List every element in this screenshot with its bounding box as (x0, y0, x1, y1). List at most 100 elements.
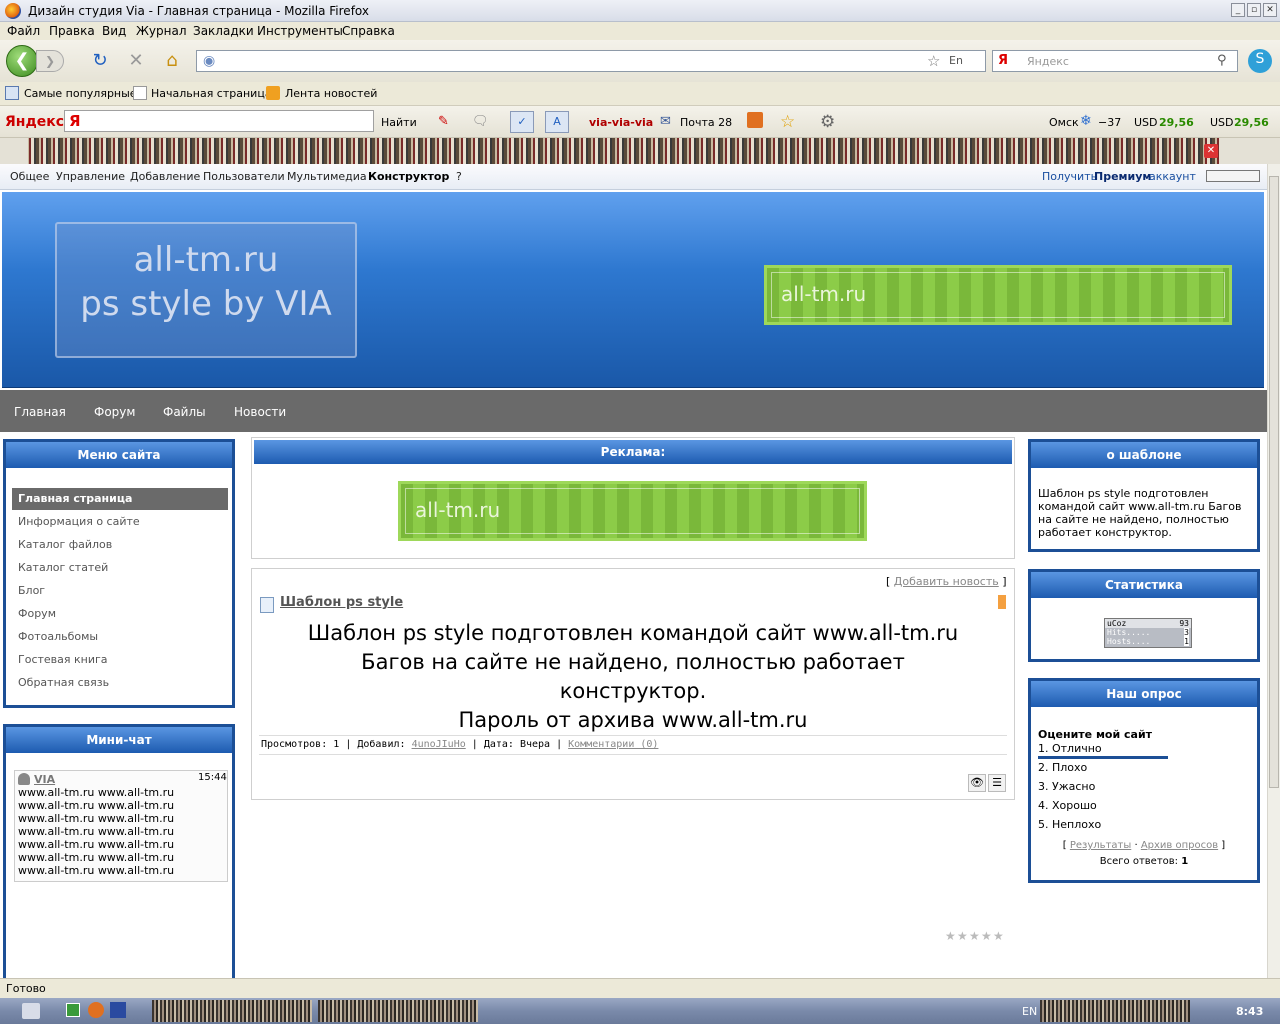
spellcheck-icon[interactable]: ✓ (510, 111, 534, 133)
header-banner[interactable]: all-tm.ru (764, 265, 1232, 325)
panel-add[interactable]: Добавление (130, 170, 200, 183)
yandex-user[interactable]: via-via-via (589, 116, 653, 129)
back-button[interactable]: ❮ (6, 45, 38, 77)
taskbar-window-button[interactable] (318, 1000, 478, 1022)
yandex-logo[interactable]: Яндекс (5, 114, 64, 130)
quicklaunch-firefox-icon[interactable] (88, 1002, 104, 1018)
reload-icon[interactable]: ↻ (89, 51, 111, 73)
poll-results-link[interactable]: Результаты (1070, 840, 1131, 851)
yandex-search-input[interactable]: Я (64, 110, 374, 132)
url-input[interactable]: ◉ ☆ En (196, 50, 986, 72)
close-button[interactable]: ✕ (1263, 3, 1277, 17)
panel-users[interactable]: Пользователи (203, 170, 285, 183)
tab-scroll-right[interactable] (1220, 138, 1280, 164)
bookmark-star-icon[interactable]: ☆ (927, 52, 940, 70)
panel-help[interactable]: ? (456, 170, 462, 183)
skype-icon[interactable]: S (1248, 49, 1272, 73)
quicklaunch-app-icon[interactable] (110, 1002, 126, 1018)
start-windows-icon[interactable] (22, 1003, 40, 1019)
weather-city[interactable]: Омск (1049, 116, 1079, 129)
menu-item-articles[interactable]: Каталог статей (12, 557, 228, 579)
site-identity-icon[interactable]: ◉ (203, 53, 215, 69)
menu-tools[interactable]: Инструменты (257, 24, 343, 38)
panel-multimedia[interactable]: Мультимедиа (287, 170, 367, 183)
menu-item-forum[interactable]: Форум (12, 603, 228, 625)
print-icon[interactable]: ☰ (988, 774, 1006, 792)
mail-icon[interactable]: ✉ (660, 114, 671, 129)
nav-files[interactable]: Файлы (163, 405, 206, 419)
nav-news[interactable]: Новости (234, 405, 286, 419)
tab-strip[interactable]: ✕ (0, 138, 1280, 164)
comment-icon[interactable]: 🗨 (472, 114, 489, 129)
menu-item-about[interactable]: Информация о сайте (12, 511, 228, 533)
menu-help[interactable]: Справка (342, 24, 395, 38)
settings-gear-icon[interactable]: ⚙ (820, 112, 835, 132)
panel-constructor[interactable]: Конструктор (368, 170, 449, 183)
search-input[interactable]: Я Яндекс ⚲ (992, 50, 1238, 72)
system-tray-icons[interactable] (1040, 1000, 1190, 1022)
menu-item-files[interactable]: Каталог файлов (12, 534, 228, 556)
menu-item-feedback[interactable]: Обратная связь (12, 672, 228, 694)
ucoz-counter[interactable]: uCoz 93 Hits..... 3 Hosts.... 1 (1104, 618, 1192, 648)
search-icon[interactable]: ⚲ (1217, 53, 1227, 68)
panel-management[interactable]: Управление (56, 170, 125, 183)
yandex-mail[interactable]: Почта 28 (680, 116, 732, 129)
panel-slider[interactable] (1206, 170, 1260, 182)
rating-star-icon[interactable]: ★ (993, 929, 1004, 943)
menu-item-photos[interactable]: Фотоальбомы (12, 626, 228, 648)
rating-star-icon[interactable]: ★ (945, 929, 956, 943)
rating-star-icon[interactable]: ★ (981, 929, 992, 943)
nav-forum[interactable]: Форум (94, 405, 135, 419)
yandex-engine-icon[interactable]: Я (998, 53, 1008, 68)
edit-icon[interactable] (998, 595, 1006, 609)
bookmark-most-visited[interactable]: Самые популярные (24, 87, 137, 100)
scrollbar-thumb[interactable] (1269, 176, 1279, 788)
usd-rate-1[interactable]: 29,56 (1159, 116, 1194, 129)
menu-file[interactable]: Файл (7, 24, 40, 38)
menu-view[interactable]: Вид (102, 24, 126, 38)
tab-scroll-left[interactable] (0, 138, 28, 164)
taskbar-window-button[interactable] (152, 1000, 312, 1022)
usd-rate-2[interactable]: 29,56 (1234, 116, 1269, 129)
premium-pre[interactable]: Получить (1042, 170, 1097, 183)
bookmark-start-page[interactable]: Начальная страница (151, 87, 272, 100)
bookmark-news-feed[interactable]: Лента новостей (285, 87, 377, 100)
yandex-find-button[interactable]: Найти (381, 116, 417, 129)
rating-star-icon[interactable]: ★ (957, 929, 968, 943)
minichat-user[interactable]: VIA (34, 773, 55, 786)
premium-post[interactable]: аккаунт (1149, 170, 1196, 183)
menu-item-home[interactable]: Главная страница (12, 488, 228, 510)
panel-general[interactable]: Общее (10, 170, 49, 183)
home-icon[interactable]: ⌂ (161, 51, 183, 73)
site-logo[interactable]: all-tm.ru ps style by VIA (55, 222, 357, 358)
news-author[interactable]: 4unoJIuHo (412, 739, 466, 750)
pencil-icon[interactable]: ✎ (438, 114, 449, 129)
comments-link[interactable]: Комментарии (0) (568, 739, 658, 750)
tab-close-icon[interactable]: ✕ (1204, 144, 1218, 158)
nav-home[interactable]: Главная (14, 405, 66, 419)
quicklaunch-desktop-icon[interactable] (66, 1003, 80, 1017)
favorites-star-icon[interactable]: ☆ (780, 112, 795, 132)
menu-history[interactable]: Журнал (136, 24, 187, 38)
rating-star-icon[interactable]: ★ (969, 929, 980, 943)
stop-icon[interactable]: ✕ (125, 51, 147, 73)
news-title[interactable]: Шаблон ps style (280, 595, 403, 610)
translate-icon[interactable]: En (949, 54, 963, 67)
menu-item-blog[interactable]: Блог (12, 580, 228, 602)
poll-archive-link[interactable]: Архив опросов (1141, 840, 1218, 851)
menu-edit[interactable]: Правка (49, 24, 95, 38)
poll-title: Наш опрос (1031, 681, 1257, 707)
premium-strong[interactable]: Премиум (1094, 170, 1151, 183)
vertical-scrollbar[interactable] (1267, 164, 1280, 978)
forward-button[interactable]: ❯ (36, 50, 64, 72)
ad-banner[interactable]: all-tm.ru (398, 481, 867, 541)
menu-bookmarks[interactable]: Закладки (193, 24, 254, 38)
add-news-link[interactable]: Добавить новость (894, 575, 999, 588)
view-icon[interactable]: 👁 (968, 774, 986, 792)
maximize-button[interactable]: ▫ (1247, 3, 1261, 17)
menu-item-guestbook[interactable]: Гостевая книга (12, 649, 228, 671)
minimize-button[interactable]: _ (1231, 3, 1245, 17)
disk-icon[interactable] (747, 112, 763, 128)
language-indicator[interactable]: EN (1022, 1005, 1037, 1018)
translate-page-icon[interactable]: A (545, 111, 569, 133)
